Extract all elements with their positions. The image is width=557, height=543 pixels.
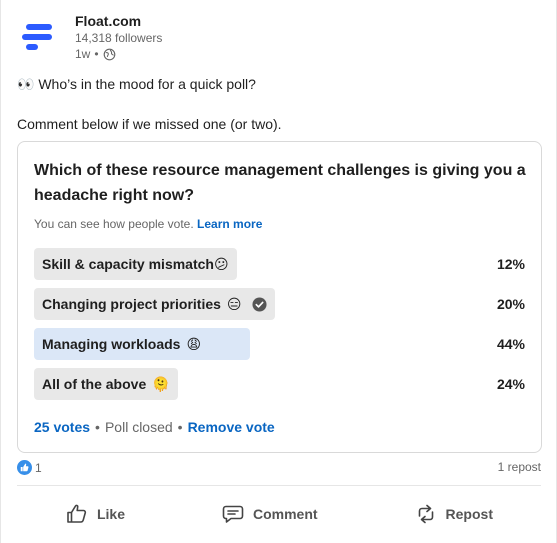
author-meta: Float.com 14,318 followers 1w • [75,12,162,62]
poll-option-text: Changing project priorities [42,296,221,312]
learn-more-link[interactable]: Learn more [197,217,262,231]
poll-option-label: Managing workloads 😩 [42,335,201,353]
poll-option-text: Managing workloads [42,336,181,352]
comment-label: Comment [252,506,318,522]
thumbs-up-icon [67,504,87,523]
poll-option-label: Changing project priorities 😑 [42,295,267,313]
social-counts: 1 1 repost [17,460,541,476]
poll-option-percent: 44% [496,336,525,352]
divider [17,485,541,486]
post-header: Float.com 14,318 followers 1w • [17,12,537,64]
post-card: Float.com 14,318 followers 1w • 👀 Who’s … [0,0,557,543]
post-timestamp: 1w • [75,46,162,62]
poll-option-percent: 12% [496,256,525,272]
poll-option-all-of-the-above[interactable]: All of the above 🫠 24% [34,368,525,400]
like-icon [17,460,32,475]
post-line-intro: 👀 Who’s in the mood for a quick poll? [17,76,256,92]
poll-option-label: Skill & capacity mismatch 😕 [42,255,229,273]
repost-label: Repost [445,506,493,522]
confused-emoji-icon: 😕 [213,256,229,272]
poll-question: Which of these resource management chall… [34,162,526,204]
action-bar: Like Comment Repost [17,494,541,534]
separator: • [177,419,183,435]
post-age: 1w [75,47,91,61]
repost-count[interactable]: 1 repost [498,460,541,474]
post-line-cta: Comment below if we missed one (or two). [17,116,282,132]
repost-button[interactable]: Repost [400,494,507,534]
like-button[interactable]: Like [51,494,139,534]
repost-icon [418,504,433,524]
comment-icon [222,505,244,523]
poll-option-percent: 24% [496,376,525,392]
comment-button[interactable]: Comment [207,494,332,534]
remove-vote-button[interactable]: Remove vote [188,418,275,436]
vote-count-link[interactable]: 25 votes [34,418,90,436]
company-name[interactable]: Float.com [75,12,162,30]
voted-check-icon [251,296,267,312]
like-label: Like [96,506,125,522]
poll-note-text: You can see how people vote. [34,217,194,231]
poll-option-changing-priorities[interactable]: Changing project priorities 😑 20% [34,288,525,320]
separator: • [95,419,100,435]
post-body: 👀 Who’s in the mood for a quick poll? Co… [17,74,537,134]
reaction-count[interactable]: 1 [17,460,42,475]
reaction-number: 1 [35,460,42,475]
poll-status: Poll closed [104,419,173,435]
poll-option-percent: 20% [496,296,525,312]
poll-option-text: Skill & capacity mismatch [42,256,214,272]
melting-emoji-icon: 🫠 [152,376,170,392]
follower-count: 14,318 followers [75,31,163,45]
weary-emoji-icon: 😩 [186,336,202,352]
globe-icon [103,48,115,60]
poll-option-text: All of the above [42,376,147,392]
poll-footer: 25 votes • Poll closed • Remove vote [34,418,275,436]
poll-option-skill-mismatch[interactable]: Skill & capacity mismatch 😕 12% [34,248,525,280]
poll-option-managing-workloads[interactable]: Managing workloads 😩 44% [34,328,525,360]
poll-visibility-note: You can see how people vote. Learn more [34,216,262,232]
float-logo-icon[interactable] [17,14,65,62]
poll-box: Which of these resource management chall… [17,141,542,453]
expressionless-emoji-icon: 😑 [226,296,242,312]
poll-option-label: All of the above 🫠 [42,375,170,393]
separator: • [94,47,99,61]
